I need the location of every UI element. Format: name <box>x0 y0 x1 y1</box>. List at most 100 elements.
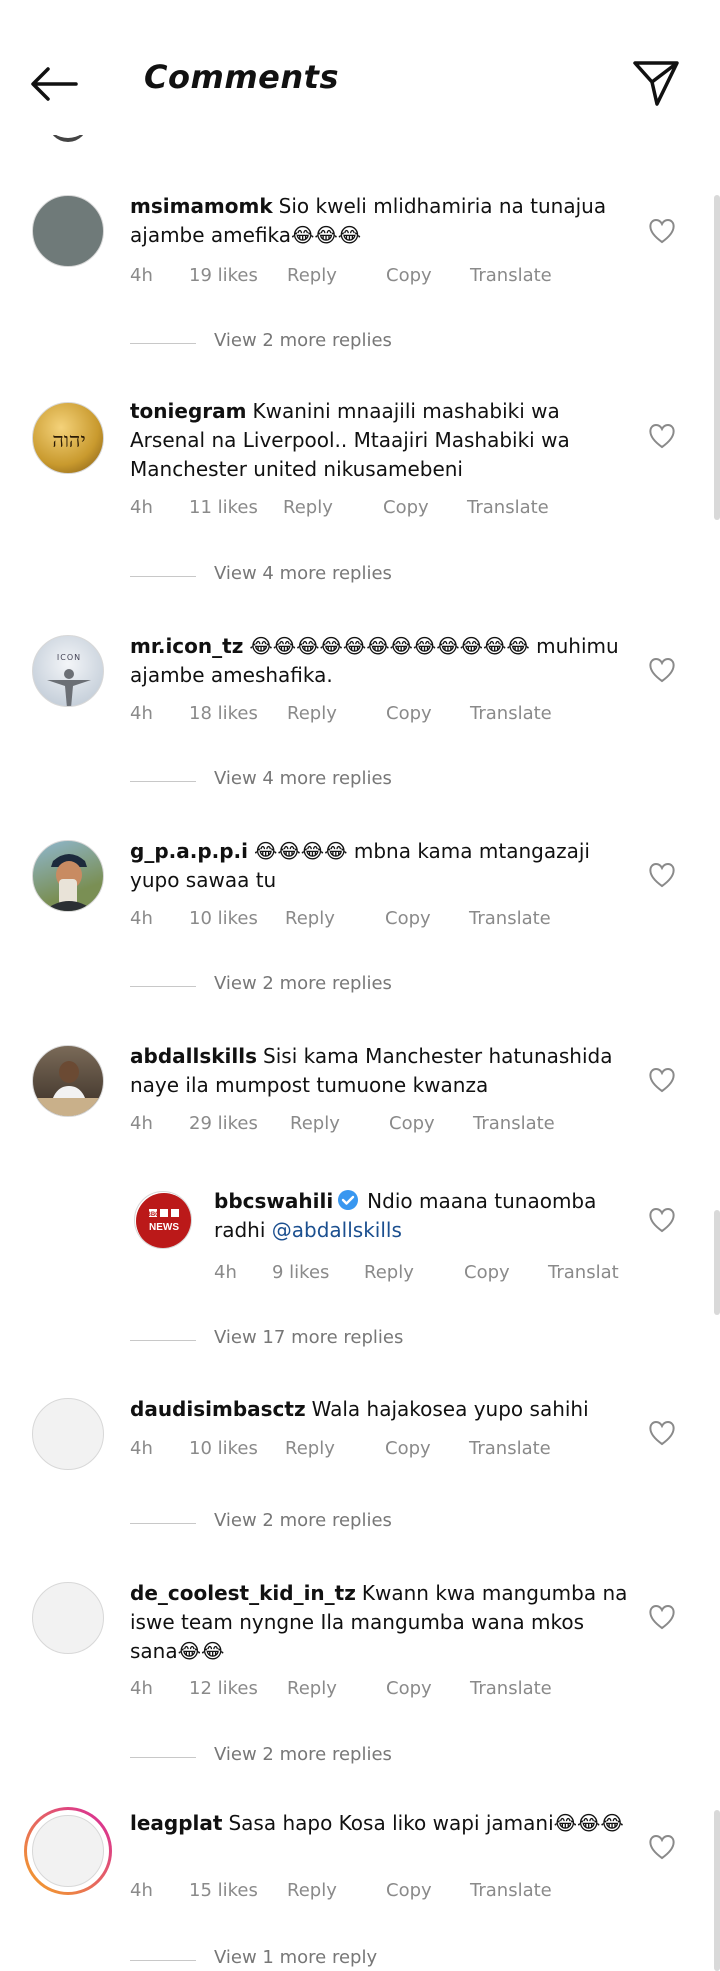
comment-time: 4h <box>130 1678 153 1699</box>
translate-button[interactable]: Translate <box>470 1880 552 1901</box>
heart-icon[interactable] <box>648 862 676 888</box>
copy-button[interactable]: Copy <box>464 1262 510 1283</box>
comment-time: 4h <box>130 703 153 724</box>
bbc-letters: BBC <box>147 1212 161 1218</box>
like-count[interactable]: 29 likes <box>189 1113 258 1134</box>
page-title: Comments <box>144 58 339 96</box>
comment-text: msimamomk Sio kweli mlidhamiria na tunaju… <box>130 192 630 250</box>
like-count[interactable]: 15 likes <box>189 1880 258 1901</box>
translate-button[interactable]: Translate <box>469 908 551 929</box>
copy-button[interactable]: Copy <box>383 497 429 518</box>
comment-time: 4h <box>130 1113 153 1134</box>
comment-username[interactable]: toniegram <box>130 399 246 423</box>
view-replies-label[interactable]: View 2 more replies <box>214 1510 392 1531</box>
comment-username[interactable]: leagplat <box>130 1811 222 1835</box>
heart-icon[interactable] <box>648 1834 676 1860</box>
reply-button[interactable]: Reply <box>290 1113 340 1134</box>
heart-icon[interactable] <box>648 1420 676 1446</box>
divider <box>130 986 196 987</box>
comment-username[interactable]: daudisimbasctz <box>130 1397 306 1421</box>
comment-username[interactable]: bbcswahili <box>214 1189 333 1213</box>
view-replies-label[interactable]: View 4 more replies <box>214 768 392 789</box>
comment-username[interactable]: msimamomk <box>130 194 273 218</box>
send-icon[interactable] <box>630 56 682 108</box>
avatar[interactable]: יהוה <box>32 402 104 474</box>
heart-icon[interactable] <box>648 1207 676 1233</box>
translate-button[interactable]: Translate <box>470 265 552 286</box>
view-replies-label[interactable]: View 4 more replies <box>214 563 392 584</box>
heart-icon[interactable] <box>648 1604 676 1630</box>
avatar[interactable] <box>32 1045 104 1117</box>
copy-button[interactable]: Copy <box>386 703 432 724</box>
heart-icon[interactable] <box>648 1067 676 1093</box>
comment-time: 4h <box>214 1262 237 1283</box>
heart-icon[interactable] <box>648 423 676 449</box>
scrollbar-segment[interactable] <box>714 1810 720 1971</box>
comment-username[interactable]: de_coolest_kid_in_tz <box>130 1581 356 1605</box>
bbc-logo-text: NEWS <box>149 1222 179 1233</box>
avatar[interactable]: NEWS BBC <box>134 1191 192 1249</box>
reply-button[interactable]: Reply <box>285 1438 335 1459</box>
comment-body: Wala hajakosea yupo sahihi <box>311 1397 589 1421</box>
mention-link[interactable]: @abdallskills <box>272 1218 402 1242</box>
copy-button[interactable]: Copy <box>389 1113 435 1134</box>
reply-button[interactable]: Reply <box>283 497 333 518</box>
like-count[interactable]: 10 likes <box>189 1438 258 1459</box>
comment-time: 4h <box>130 497 153 518</box>
like-count[interactable]: 10 likes <box>189 908 258 929</box>
reply-button[interactable]: Reply <box>287 1880 337 1901</box>
reply-button[interactable]: Reply <box>364 1262 414 1283</box>
verified-badge-icon <box>337 1189 359 1211</box>
view-replies-label[interactable]: View 2 more replies <box>214 973 392 994</box>
back-arrow-icon[interactable] <box>28 58 80 110</box>
header-bar: Comments <box>0 0 720 135</box>
scrollbar-segment[interactable] <box>714 1210 720 1315</box>
copy-button[interactable]: Copy <box>386 1678 432 1699</box>
like-count[interactable]: 9 likes <box>272 1262 329 1283</box>
avatar-hebrew-text: יהוה <box>52 428 85 452</box>
heart-icon[interactable] <box>648 218 676 244</box>
view-replies-label[interactable]: View 2 more replies <box>214 330 392 351</box>
reply-button[interactable]: Reply <box>287 265 337 286</box>
translate-button[interactable]: Translate <box>467 497 549 518</box>
reply-button[interactable]: Reply <box>287 703 337 724</box>
translate-button[interactable]: Translate <box>470 1678 552 1699</box>
heart-icon[interactable] <box>648 657 676 683</box>
avatar[interactable] <box>32 840 104 912</box>
avatar <box>32 1815 104 1887</box>
like-count[interactable]: 11 likes <box>189 497 258 518</box>
story-ring-avatar[interactable] <box>24 1807 112 1895</box>
like-count[interactable]: 12 likes <box>189 1678 258 1699</box>
avatar[interactable] <box>32 1398 104 1470</box>
view-replies-label[interactable]: View 2 more replies <box>214 1744 392 1765</box>
comment-username[interactable]: mr.icon_tz <box>130 634 243 658</box>
divider <box>130 781 196 782</box>
divider <box>130 1340 196 1341</box>
reply-button[interactable]: Reply <box>287 1678 337 1699</box>
comment-text: abdallskills Sisi kama Manchester hatunas… <box>130 1042 630 1100</box>
comment-text: daudisimbasctz Wala hajakosea yupo sahihi <box>130 1395 630 1424</box>
scrollbar[interactable] <box>714 195 720 520</box>
comment-username[interactable]: g_p.a.p.p.i <box>130 839 248 863</box>
reply-button[interactable]: Reply <box>285 908 335 929</box>
translate-button[interactable]: Translat <box>548 1262 619 1283</box>
view-replies-label[interactable]: View 1 more reply <box>214 1947 377 1968</box>
like-count[interactable]: 18 likes <box>189 703 258 724</box>
divider <box>130 1757 196 1758</box>
copy-button[interactable]: Copy <box>385 1438 431 1459</box>
translate-button[interactable]: Translate <box>470 703 552 724</box>
translate-button[interactable]: Translate <box>473 1113 555 1134</box>
avatar[interactable]: ICON <box>32 635 104 707</box>
like-count[interactable]: 19 likes <box>189 265 258 286</box>
copy-button[interactable]: Copy <box>386 265 432 286</box>
copy-button[interactable]: Copy <box>386 1880 432 1901</box>
comment-text: de_coolest_kid_in_tz Kwann kwa mangumba n… <box>130 1579 630 1666</box>
avatar[interactable] <box>32 1582 104 1654</box>
comment-text: bbcswahili Ndio maana tunaomba radhi @abd… <box>214 1187 624 1245</box>
avatar[interactable] <box>32 195 104 267</box>
translate-button[interactable]: Translate <box>469 1438 551 1459</box>
view-replies-label[interactable]: View 17 more replies <box>214 1327 403 1348</box>
divider <box>130 1523 196 1524</box>
comment-username[interactable]: abdallskills <box>130 1044 257 1068</box>
copy-button[interactable]: Copy <box>385 908 431 929</box>
